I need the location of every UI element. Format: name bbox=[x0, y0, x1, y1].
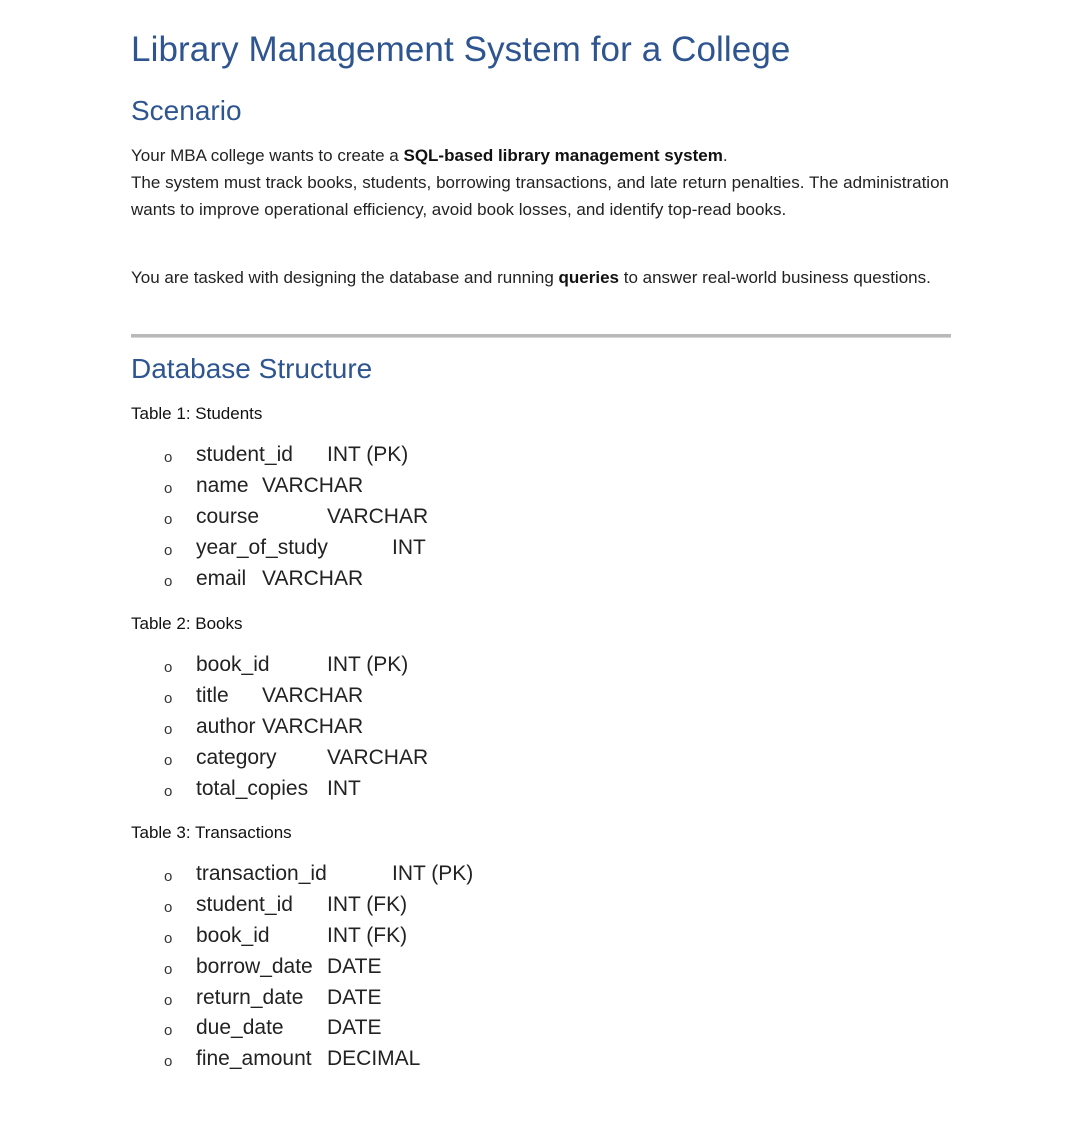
scenario-p1-bold: SQL-based library management system bbox=[403, 146, 723, 165]
scenario-heading: Scenario bbox=[131, 95, 242, 126]
field-name: due_date bbox=[196, 1016, 284, 1040]
bullet-icon: o bbox=[164, 572, 173, 590]
scenario-p1-end: . bbox=[722, 146, 728, 165]
field-name: year_of_study bbox=[196, 535, 328, 559]
scenario-paragraph-2: The system must track books, students, b… bbox=[131, 173, 949, 219]
field-name: fine_amount bbox=[196, 1047, 312, 1071]
bullet-icon: o bbox=[164, 689, 173, 707]
bullet-icon: o bbox=[164, 782, 173, 800]
bullet-icon: o bbox=[164, 991, 173, 1009]
field-type: VARCHAR bbox=[327, 745, 429, 769]
table-label-transactions: Table 3: Transactions bbox=[131, 823, 292, 842]
bullet-icon: o bbox=[164, 751, 173, 769]
scenario-p1-text: Your MBA college wants to create a bbox=[131, 146, 404, 165]
field-type: INT (PK) bbox=[392, 862, 474, 885]
field-name: total_copies bbox=[196, 776, 309, 800]
field-type: VARCHAR bbox=[262, 683, 364, 707]
field-type: INT (PK) bbox=[327, 653, 409, 676]
bullet-icon: o bbox=[164, 449, 173, 466]
field-type: INT (FK) bbox=[327, 923, 408, 947]
bullet-icon: o bbox=[164, 479, 173, 497]
field-name: email bbox=[196, 566, 247, 590]
field-name: return_date bbox=[196, 985, 304, 1009]
field-type: VARCHAR bbox=[262, 566, 364, 590]
field-type: DATE bbox=[327, 954, 382, 978]
scenario-paragraph-3: You are tasked with designing the databa… bbox=[131, 265, 949, 292]
field-type: DATE bbox=[327, 1016, 382, 1040]
field-type: INT bbox=[392, 535, 426, 559]
bullet-icon: o bbox=[164, 659, 173, 676]
scenario-p3-text: You are tasked with designing the databa… bbox=[131, 268, 559, 287]
database-structure-heading: Database Structure bbox=[131, 353, 373, 384]
field-type: DECIMAL bbox=[327, 1047, 421, 1071]
field-name: student_id bbox=[196, 443, 293, 466]
bullet-icon: o bbox=[164, 929, 173, 947]
table-label-students: Table 1: Students bbox=[131, 404, 263, 423]
scenario-p3-end: to answer real-world business questions. bbox=[619, 268, 931, 287]
field-type: VARCHAR bbox=[327, 504, 429, 528]
field-name: course bbox=[196, 504, 260, 528]
field-name: author bbox=[196, 714, 256, 738]
field-type: VARCHAR bbox=[262, 473, 364, 497]
field-name: title bbox=[196, 683, 229, 707]
bullet-icon: o bbox=[164, 1022, 173, 1040]
field-name: book_id bbox=[196, 923, 270, 947]
bullet-icon: o bbox=[164, 1053, 173, 1071]
bullet-icon: o bbox=[164, 898, 173, 916]
field-type: INT (PK) bbox=[327, 443, 409, 466]
scenario-p3-bold: queries bbox=[558, 268, 620, 287]
bullet-icon: o bbox=[164, 541, 173, 559]
field-type: INT (FK) bbox=[327, 892, 408, 916]
field-type: INT bbox=[327, 776, 361, 800]
field-name: book_id bbox=[196, 653, 270, 676]
scenario-paragraph-1: Your MBA college wants to create a SQL-b… bbox=[131, 143, 949, 170]
field-name: category bbox=[196, 745, 277, 769]
horizontal-rule bbox=[131, 334, 951, 338]
bullet-icon: o bbox=[164, 960, 173, 978]
field-name: transaction_id bbox=[196, 862, 327, 885]
field-type: DATE bbox=[327, 985, 382, 1009]
field-type: VARCHAR bbox=[262, 714, 364, 738]
bullet-icon: o bbox=[164, 510, 173, 528]
document-title: Library Management System for a College bbox=[131, 30, 791, 69]
bullet-icon: o bbox=[164, 868, 173, 885]
field-name: borrow_date bbox=[196, 954, 313, 978]
bullet-icon: o bbox=[164, 720, 173, 738]
table-label-books: Table 2: Books bbox=[131, 614, 243, 633]
field-name: student_id bbox=[196, 892, 293, 916]
field-name: name bbox=[196, 473, 249, 497]
